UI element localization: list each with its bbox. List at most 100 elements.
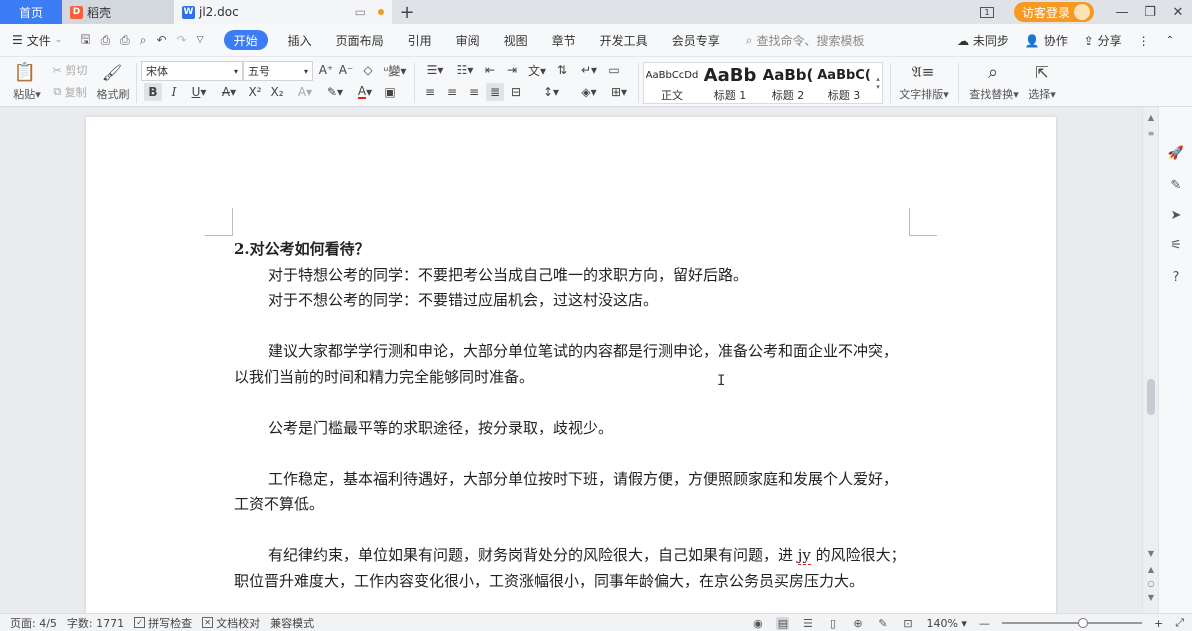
tab-view[interactable]: 视图 [492, 30, 540, 50]
line-spacing-button[interactable]: ↕▾ [538, 83, 564, 101]
browse-object-icon[interactable]: ○ [1143, 579, 1159, 588]
strikethrough-button[interactable]: A ▾ [216, 83, 242, 101]
highlight-button[interactable]: ✎▾ [322, 83, 348, 101]
zoom-out-button[interactable]: — [979, 617, 990, 630]
more-icon[interactable]: ⋮ [1138, 34, 1150, 48]
clear-format-icon[interactable]: ◇ [360, 61, 376, 79]
collab-button[interactable]: 👤 协作 [1025, 32, 1068, 49]
fit-page-icon[interactable]: ⊡ [901, 617, 914, 630]
tab-document[interactable]: W jl2.doc ▭ [174, 0, 392, 24]
text-layout-button[interactable]: 文字排版 ▾ [896, 87, 952, 102]
file-menu[interactable]: ☰ 文件 ⌄ [0, 32, 70, 49]
scroll-up-icon[interactable]: ▲ [1143, 113, 1159, 122]
restore-icon[interactable]: ❐ [1136, 0, 1164, 24]
font-size-select[interactable]: 五号 ▾ [243, 61, 313, 81]
align-left-button[interactable]: ≡ [422, 83, 438, 101]
pen-icon[interactable]: ✎ [1168, 177, 1184, 193]
cut-button[interactable]: ✂ 剪切 [48, 63, 92, 78]
tab-review[interactable]: 审阅 [444, 30, 492, 50]
numbered-list-button[interactable]: ☷▾ [452, 61, 478, 79]
text-effect-button[interactable]: A▾ [292, 83, 318, 101]
paste-button[interactable]: 粘贴 ▾ [10, 87, 44, 102]
print-icon[interactable]: ⎙ [120, 33, 130, 48]
find-replace-button[interactable]: 查找替换 ▾ [966, 87, 1022, 102]
document-body[interactable]: 2.对公考如何看待？ 对于特想公考的同学：不要把考公当成自己唯一的求职方向，留好… [234, 237, 912, 594]
superscript-button[interactable]: X² [246, 83, 264, 101]
char-border-button[interactable]: ▣ [382, 83, 398, 101]
tab-member[interactable]: 会员专享 [660, 30, 732, 50]
format-painter-icon[interactable]: 🖌 [102, 61, 122, 83]
reading-view-icon[interactable]: ▯ [826, 617, 839, 630]
format-painter-button[interactable]: 格式刷 [96, 87, 130, 101]
redo-icon[interactable]: ↷ [177, 33, 187, 47]
find-replace-icon[interactable]: ⌕ [982, 61, 1004, 83]
monitor-icon[interactable]: ▭ [355, 5, 366, 19]
style-heading-1[interactable]: AaBb 标题 1 [702, 63, 758, 103]
scrollbar-thumb[interactable] [1147, 379, 1155, 415]
select-icon[interactable]: ⇱ [1032, 61, 1052, 83]
eye-protection-icon[interactable]: ◉ [751, 617, 764, 630]
bold-button[interactable]: B [144, 83, 162, 101]
share-button[interactable]: ⇪ 分享 [1084, 32, 1122, 49]
tab-section[interactable]: 章节 [540, 30, 588, 50]
grow-font-icon[interactable]: A⁺ [318, 61, 334, 79]
collapse-ribbon-icon[interactable]: ⌃ [1166, 35, 1174, 46]
proofread-button[interactable]: ✕ 文档校对 [202, 615, 260, 631]
align-right-button[interactable]: ≡ [466, 83, 482, 101]
cursor-icon[interactable]: ➤ [1168, 207, 1184, 223]
font-name-select[interactable]: 宋体 ▾ [141, 61, 243, 81]
tab-home[interactable]: 首页 [0, 0, 62, 24]
close-icon[interactable]: ✕ [1164, 0, 1192, 24]
copy-button[interactable]: ⧉ 复制 [48, 85, 92, 99]
page-indicator[interactable]: 页面: 4/5 [10, 615, 57, 631]
tab-developer[interactable]: 开发工具 [588, 30, 660, 50]
write-view-icon[interactable]: ✎ [876, 617, 889, 630]
shrink-font-icon[interactable]: A⁻ [338, 61, 354, 79]
italic-button[interactable]: I [166, 83, 182, 101]
justify-button[interactable]: ≣ [486, 83, 504, 101]
subscript-button[interactable]: X₂ [268, 83, 286, 101]
zoom-level[interactable]: 140% ▾ [926, 617, 966, 630]
page-view-icon[interactable]: ▤ [776, 616, 790, 630]
style-heading-3[interactable]: AaBbC( 标题 3 [816, 63, 872, 103]
command-search[interactable]: ⌕ 查找命令、搜索模板 [732, 32, 865, 49]
scroll-down-icon[interactable]: ▼ [1143, 549, 1159, 558]
tab-insert[interactable]: 插入 [276, 30, 324, 50]
table-layout-button[interactable]: ▭ [606, 61, 622, 79]
minimize-icon[interactable]: — [1108, 0, 1136, 24]
style-normal[interactable]: AaBbCcDd 正文 [644, 63, 700, 103]
zoom-in-button[interactable]: + [1154, 617, 1163, 630]
font-color-button[interactable]: A ▾ [352, 83, 378, 101]
prev-page-icon[interactable]: ▲ [1143, 565, 1159, 574]
spell-check-button[interactable]: ✓ 拼写检查 [134, 615, 192, 631]
unsync-button[interactable]: ☁ 未同步 [957, 32, 1009, 49]
document-page[interactable]: 2.对公考如何看待？ 对于特想公考的同学：不要把考公当成自己唯一的求职方向，留好… [86, 117, 1056, 613]
tab-start[interactable]: 开始 [223, 30, 268, 50]
shading-button[interactable]: ◈▾ [576, 83, 602, 101]
print-preview-icon[interactable]: ⌕ [140, 33, 147, 48]
tab-page-layout[interactable]: 页面布局 [324, 30, 396, 50]
customize-icon[interactable]: ▽ [197, 35, 204, 45]
paste-icon[interactable]: 📋 [14, 61, 36, 83]
adjust-icon[interactable]: ⚟ [1168, 237, 1184, 253]
zoom-slider-knob[interactable] [1077, 618, 1088, 628]
next-page-icon[interactable]: ▼ [1143, 593, 1159, 602]
login-button[interactable]: 访客登录 [1013, 2, 1094, 22]
web-view-icon[interactable]: ⊕ [851, 617, 864, 630]
text-layout-icon[interactable]: 𝔄≡ [912, 61, 935, 83]
sort-button[interactable]: ⇅ [554, 61, 570, 79]
select-button[interactable]: 选择 ▾ [1024, 87, 1060, 102]
document-area[interactable]: 2.对公考如何看待？ 对于特想公考的同学：不要把考公当成自己唯一的求职方向，留好… [0, 107, 1142, 613]
spelling-error[interactable]: jy [797, 546, 811, 565]
phonetic-icon[interactable]: ᵘ變▾ [382, 61, 408, 79]
save-icon[interactable]: 🖫 [80, 30, 90, 51]
borders-button[interactable]: ⊞▾ [606, 83, 632, 101]
tab-references[interactable]: 引用 [396, 30, 444, 50]
bullet-list-button[interactable]: ☰▾ [422, 61, 448, 79]
view-mode-icon[interactable]: 1 [979, 6, 994, 18]
tab-daoke[interactable]: D 稻壳 [62, 0, 174, 24]
outline-view-icon[interactable]: ☰ [801, 617, 814, 630]
help-icon[interactable]: ? [1168, 269, 1184, 285]
styles-scroll-icon[interactable]: ▴ ▾ [873, 65, 883, 101]
word-count[interactable]: 字数: 1771 [67, 615, 124, 631]
